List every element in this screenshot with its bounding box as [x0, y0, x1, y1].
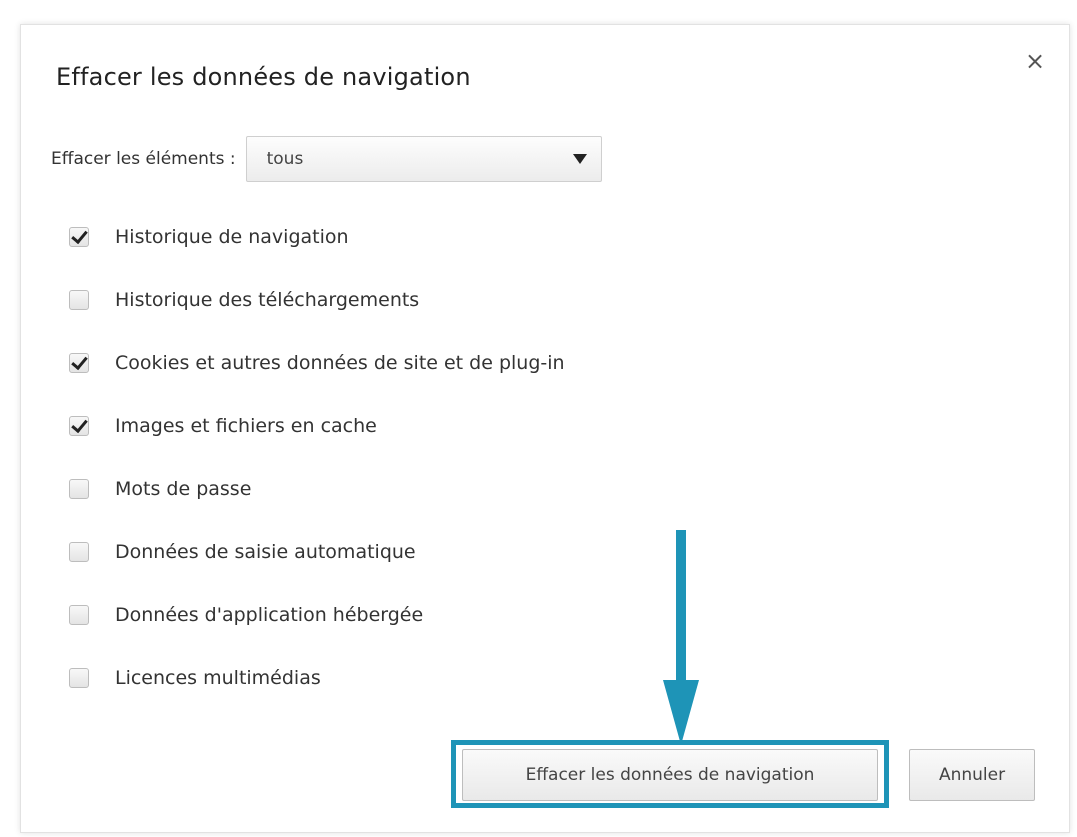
option-label: Données d'application hébergée	[115, 603, 424, 626]
chevron-down-icon	[572, 154, 587, 164]
checkbox[interactable]	[69, 352, 89, 373]
option-hosted-app-data[interactable]: Données d'application hébergée	[69, 583, 565, 646]
option-passwords[interactable]: Mots de passe	[69, 457, 565, 520]
checkbox[interactable]	[69, 478, 89, 499]
option-label: Données de saisie automatique	[115, 540, 416, 563]
data-type-options: Historique de navigation Historique des …	[69, 205, 565, 709]
option-label: Historique des téléchargements	[115, 288, 420, 311]
time-range-row: Effacer les éléments : tous	[51, 135, 602, 183]
clear-browsing-data-dialog: Effacer les données de navigation × Effa…	[20, 24, 1070, 833]
dialog-title: Effacer les données de navigation	[56, 63, 471, 91]
option-cached-images[interactable]: Images et fichiers en cache	[69, 394, 565, 457]
checkbox[interactable]	[69, 604, 89, 625]
option-label: Cookies et autres données de site et de …	[115, 351, 565, 374]
clear-data-button[interactable]: Effacer les données de navigation	[462, 749, 878, 801]
checkbox[interactable]	[69, 541, 89, 562]
option-label: Historique de navigation	[115, 225, 349, 248]
option-autofill[interactable]: Données de saisie automatique	[69, 520, 565, 583]
pointer-arrow-icon	[663, 530, 699, 745]
time-range-label: Effacer les éléments :	[51, 149, 236, 169]
checkbox[interactable]	[69, 415, 89, 436]
option-browsing-history[interactable]: Historique de navigation	[69, 205, 565, 268]
time-range-select[interactable]: tous	[245, 136, 602, 182]
checkbox[interactable]	[69, 226, 89, 247]
option-label: Mots de passe	[115, 477, 252, 500]
option-cookies[interactable]: Cookies et autres données de site et de …	[69, 331, 565, 394]
time-range-value: tous	[266, 149, 304, 169]
checkbox[interactable]	[69, 667, 89, 688]
checkbox[interactable]	[69, 289, 89, 310]
option-media-licenses[interactable]: Licences multimédias	[69, 646, 565, 709]
option-download-history[interactable]: Historique des téléchargements	[69, 268, 565, 331]
cancel-button[interactable]: Annuler	[909, 749, 1035, 801]
option-label: Images et fichiers en cache	[115, 414, 377, 437]
option-label: Licences multimédias	[115, 666, 321, 689]
close-icon[interactable]: ×	[1023, 49, 1047, 73]
